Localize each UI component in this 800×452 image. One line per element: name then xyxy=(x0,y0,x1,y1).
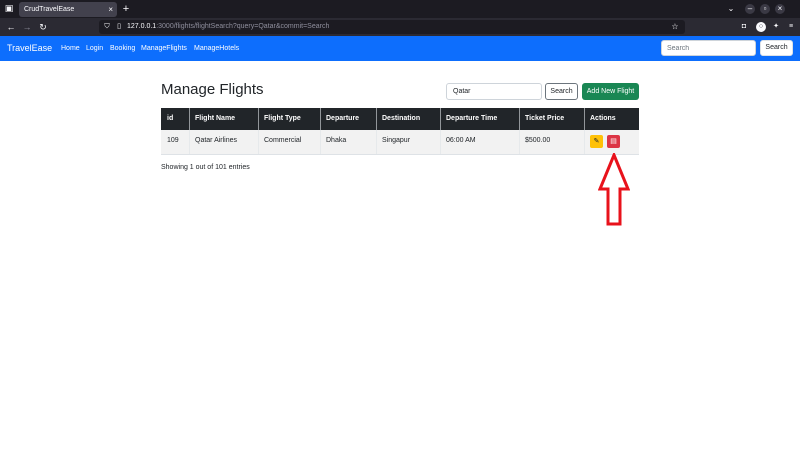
annotation-arrow-shape xyxy=(598,153,630,226)
column-divider xyxy=(258,108,259,155)
new-tab-button[interactable]: + xyxy=(121,2,131,16)
navbar-search-input[interactable] xyxy=(661,40,756,56)
reload-icon[interactable]: ↻ xyxy=(37,21,49,33)
forward-arrow-icon[interactable]: → xyxy=(21,21,33,33)
account-icon[interactable]: ○ xyxy=(756,22,766,32)
close-window-icon[interactable]: × xyxy=(775,4,785,14)
edit-button[interactable]: ✎ xyxy=(590,135,603,148)
bookmark-star-icon[interactable]: ☆ xyxy=(670,22,680,32)
shield-icon[interactable]: ⛉ xyxy=(102,22,112,32)
flight-search-input[interactable] xyxy=(446,83,542,100)
minimize-icon[interactable]: – xyxy=(745,4,755,14)
header-destination: Destination xyxy=(382,115,421,122)
pencil-square-icon: ✎ xyxy=(593,138,600,145)
back-arrow-icon[interactable]: ← xyxy=(5,21,17,33)
table-header: id Flight Name Flight Type Departure Des… xyxy=(161,108,639,130)
cell-id: 109 xyxy=(167,137,179,144)
nav-link-manage-hotels[interactable]: ManageHotels xyxy=(194,43,239,54)
column-divider xyxy=(376,108,377,155)
tab-overflow-chevron-icon[interactable]: ⌄ xyxy=(726,4,736,14)
url-bar[interactable]: ⛉ ▯ 127.0.0.1:3000/flights/flightSearch?… xyxy=(99,20,685,34)
header-departure: Departure xyxy=(326,115,360,122)
column-divider xyxy=(519,108,520,155)
nav-link-booking[interactable]: Booking xyxy=(110,43,135,54)
browser-tab-bar: ▣ CrudTravelEase × + ⌄ – ▫ × xyxy=(0,0,800,18)
tab-title: CrudTravelEase xyxy=(24,6,75,13)
header-flight-name: Flight Name xyxy=(195,115,236,122)
header-actions: Actions xyxy=(590,115,616,122)
url-path: :3000/flights/flightSearch?query=Qatar&c… xyxy=(156,23,330,30)
nav-link-manage-flights[interactable]: ManageFlights xyxy=(141,43,187,54)
cell-departure-time: 06:00 AM xyxy=(446,137,476,144)
cell-ticket-price: $500.00 xyxy=(525,137,551,144)
tab-list-icon[interactable]: ▣ xyxy=(4,3,14,13)
extensions-icon[interactable]: ✦ xyxy=(771,22,781,32)
tab-close-icon[interactable]: × xyxy=(108,4,113,15)
header-id: id xyxy=(167,115,174,122)
page-info-icon[interactable]: ▯ xyxy=(114,22,124,32)
column-divider xyxy=(189,108,190,155)
restore-icon[interactable]: ▫ xyxy=(760,4,770,14)
browser-tab[interactable]: CrudTravelEase × xyxy=(19,2,117,17)
entries-count-text: Showing 1 out of 101 entries xyxy=(161,164,250,171)
nav-link-home[interactable]: Home xyxy=(61,43,80,54)
add-new-flight-button[interactable]: Add New Flight xyxy=(582,83,639,100)
header-ticket-price: Ticket Price xyxy=(525,115,565,122)
column-divider xyxy=(440,108,441,155)
page-title: Manage Flights xyxy=(161,81,264,98)
pocket-icon[interactable]: ◘ xyxy=(739,22,749,32)
flight-search-button[interactable]: Search xyxy=(545,83,578,100)
cell-departure: Dhaka xyxy=(326,137,347,144)
url-text[interactable]: 127.0.0.1:3000/flights/flightSearch?quer… xyxy=(127,22,329,32)
cell-flight-name: Qatar Airlines xyxy=(195,137,238,144)
column-divider xyxy=(320,108,321,155)
delete-button[interactable]: ▤ xyxy=(607,135,620,148)
header-departure-time: Departure Time xyxy=(446,115,498,122)
browser-toolbar: ← → ↻ ⛉ ▯ 127.0.0.1:3000/flights/flightS… xyxy=(0,18,800,36)
trash-icon: ▤ xyxy=(610,138,617,145)
header-flight-type: Flight Type xyxy=(264,115,301,122)
site-navbar: TravelEase Home Login Booking ManageFlig… xyxy=(0,36,800,61)
brand-link[interactable]: TravelEase xyxy=(7,42,52,55)
table-row: 109 Qatar Airlines Commercial Dhaka Sing… xyxy=(161,130,639,155)
up-arrow-icon xyxy=(598,153,630,226)
cell-destination: Singapur xyxy=(382,137,411,144)
menu-icon[interactable]: ≡ xyxy=(786,22,796,32)
cell-flight-type: Commercial xyxy=(264,137,302,144)
url-host: 127.0.0.1 xyxy=(127,23,157,30)
navbar-search-button[interactable]: Search xyxy=(760,40,793,56)
flights-table: id Flight Name Flight Type Departure Des… xyxy=(161,108,639,155)
nav-link-login[interactable]: Login xyxy=(86,43,103,54)
column-divider xyxy=(584,108,585,155)
